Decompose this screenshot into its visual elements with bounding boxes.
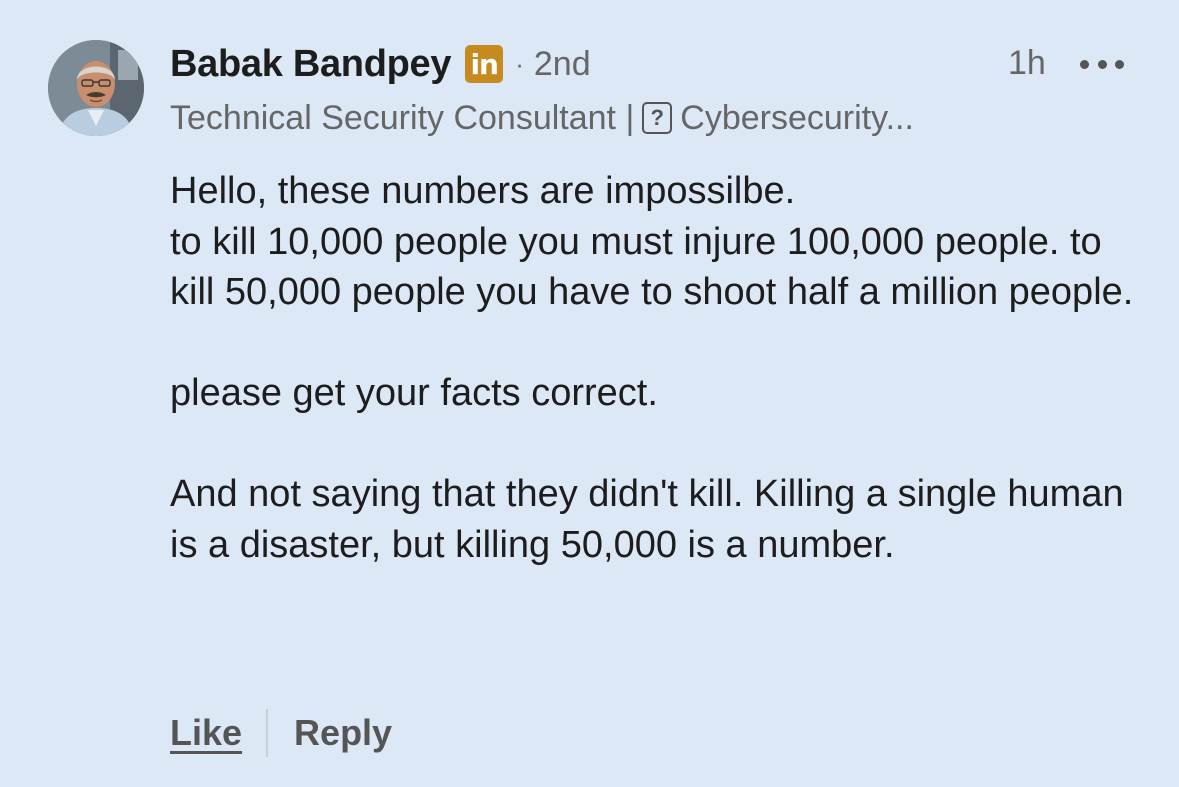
reply-button[interactable]: Reply — [268, 712, 392, 754]
comment-paragraph: And not saying that they didn't kill. Ki… — [170, 473, 1124, 566]
avatar-photo — [48, 40, 144, 136]
like-button[interactable]: Like — [170, 712, 266, 754]
avatar[interactable] — [48, 40, 144, 136]
comment-paragraph: to kill 10,000 people you must injure 10… — [170, 220, 1134, 314]
more-dot — [1115, 59, 1124, 69]
more-dot — [1097, 59, 1107, 69]
comment-paragraph: Hello, these numbers are impossilbe. — [170, 170, 796, 212]
headline-text: Technical Security Consultant | — [170, 98, 635, 137]
unknown-glyph-icon: ? — [642, 102, 673, 134]
comment-paragraph: please get your facts correct. — [170, 372, 658, 414]
author-row: Babak Bandpey in · 2nd — [170, 40, 591, 88]
comment-card: Babak Bandpey in · 2nd 1h Technical Secu… — [0, 0, 1179, 787]
separator-dot: · — [515, 48, 524, 79]
connection-degree: 2nd — [533, 44, 591, 83]
linkedin-icon: in — [465, 45, 504, 83]
headline-text: Cybersecurity... — [680, 98, 914, 137]
more-horizontal-icon[interactable] — [1080, 52, 1124, 76]
comment-actions: Like Reply — [170, 706, 392, 760]
comment-body: Hello, these numbers are impossilbe. to … — [170, 166, 1150, 570]
timestamp: 1h — [1008, 44, 1046, 82]
author-headline: Technical Security Consultant | ? Cybers… — [170, 96, 914, 140]
author-name[interactable]: Babak Bandpey — [170, 43, 452, 86]
more-dot — [1080, 59, 1089, 69]
